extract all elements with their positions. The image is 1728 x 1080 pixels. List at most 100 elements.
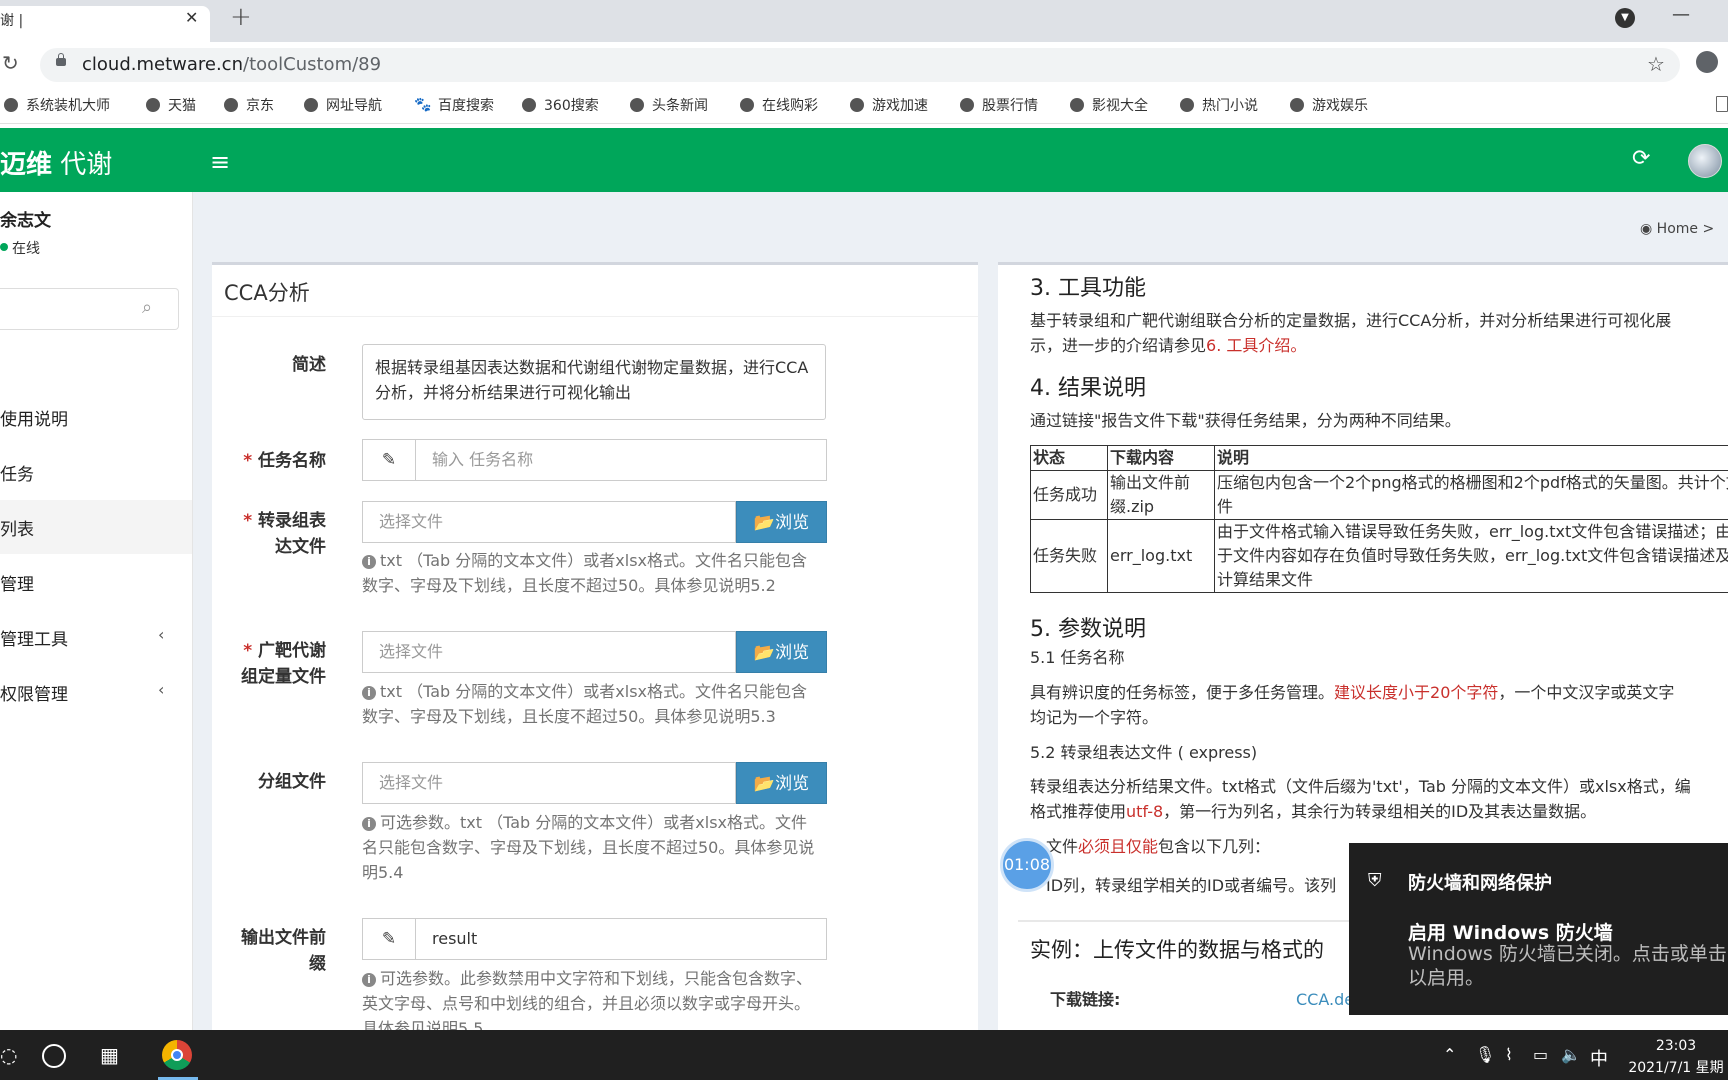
sidebar-item-permissions[interactable]: 权限管理 — [0, 680, 68, 705]
expr-file-input[interactable]: 选择文件 — [362, 501, 736, 543]
volume-icon[interactable]: 🔈 — [1561, 1045, 1581, 1064]
sidebar-search-input[interactable] — [0, 288, 179, 330]
app-header — [0, 128, 1728, 192]
breadcrumb[interactable]: ◉ Home > — [1640, 221, 1714, 237]
clock[interactable]: 23:03 2021/7/1 星期 — [1628, 1035, 1724, 1079]
sidebar-item-manage[interactable]: 管理 — [0, 570, 34, 595]
search-icon[interactable]: ⌕ — [142, 297, 152, 318]
globe-icon — [1070, 98, 1084, 112]
bookmark-item[interactable]: 游戏娱乐 — [1290, 95, 1368, 115]
toast-body: Windows 防火墙已关闭。点击或单击以启用。 — [1408, 943, 1727, 989]
baidu-paw-icon: 🐾 — [414, 97, 432, 113]
globe-icon — [850, 98, 864, 112]
bookmark-item[interactable]: 🐾 百度搜索 — [414, 95, 494, 115]
table-header: 说明 — [1214, 445, 1728, 471]
sidebar-item-tools[interactable]: 管理工具 — [0, 625, 68, 650]
browser-tab[interactable] — [0, 6, 210, 42]
doc-link[interactable]: 6. 工具介绍。 — [1206, 336, 1306, 355]
bookmark-item[interactable]: 天猫 — [146, 95, 196, 115]
sidebar-item-task[interactable]: 任务 — [0, 460, 34, 485]
globe-icon — [630, 98, 644, 112]
bookmark-item[interactable]: 网址导航 — [304, 95, 382, 115]
bookmark-item[interactable]: 热门小说 — [1180, 95, 1258, 115]
reading-list-icon[interactable] — [1716, 96, 1728, 112]
meta-help-text: i txt （Tab 分隔的文本文件）或者xlsx格式。文件名只能包含数字、字母及… — [362, 682, 807, 726]
subsection-heading: 5.2 转录组表达文件 ( express) — [1030, 743, 1258, 762]
expr-file-label: * 转录组表 达文件 — [243, 511, 326, 557]
prefix-input[interactable]: result — [415, 918, 827, 960]
app-logo[interactable]: 迈维 代谢 — [0, 144, 112, 181]
download-link[interactable]: CCA.de — [1296, 987, 1354, 1012]
chrome-icon[interactable] — [162, 1040, 192, 1070]
bookmark-item[interactable]: 360搜索 — [522, 95, 599, 115]
user-avatar[interactable] — [1688, 144, 1722, 178]
table-cell: 任务成功 — [1030, 470, 1108, 520]
battery-icon[interactable]: ▭ — [1533, 1045, 1548, 1064]
meta-file-input[interactable]: 选择文件 — [362, 631, 736, 673]
toast-app-name: 防火墙和网络保护 — [1408, 873, 1552, 894]
start-icon[interactable]: ◌ — [0, 1043, 17, 1067]
globe-icon — [304, 98, 318, 112]
doc-paragraph: 转录组表达分析结果文件。txt格式（文件后缀为'txt'，Tab 分隔的文本文件… — [1030, 777, 1691, 796]
section-heading: 4. 结果说明 — [1030, 376, 1146, 401]
globe-icon — [224, 98, 238, 112]
ime-indicator[interactable]: 中 — [1590, 1045, 1608, 1071]
meta-file-label: * 广靶代谢 组定量文件 — [241, 641, 326, 687]
info-icon: i — [362, 817, 376, 831]
bookmark-star-icon[interactable]: ☆ — [1647, 52, 1665, 76]
tray-chevron-icon[interactable]: ⌃ — [1443, 1045, 1456, 1064]
group-file-label: 分组文件 — [258, 772, 326, 792]
expr-browse-button[interactable]: 📂浏览 — [736, 501, 827, 543]
reload-icon[interactable]: ↻ — [2, 51, 19, 75]
description-text: 根据转录组基因表达数据和代谢组代谢物定量数据，进行CCA分析，并将分析结果进行可… — [362, 344, 826, 420]
menu-toggle-icon[interactable]: ≡ — [210, 148, 230, 176]
folder-open-icon: 📂 — [753, 513, 776, 533]
meta-browse-button[interactable]: 📂浏览 — [736, 631, 827, 673]
recording-timer[interactable]: 01:08 — [1000, 838, 1054, 892]
info-icon: i — [362, 555, 376, 569]
network-icon[interactable]: ⌇ — [1505, 1045, 1513, 1064]
tab-title: 谢 | — [0, 13, 24, 29]
prefix-help-text: i 可选参数。此参数禁用中文字符和下划线，只能含包含数字、英文字母、点号和中划线的… — [362, 969, 813, 1030]
bookmark-item[interactable]: 游戏加速 — [850, 95, 928, 115]
bookmark-item[interactable]: 头条新闻 — [630, 95, 708, 115]
desc-label: 简述 — [292, 355, 326, 375]
url-path: /toolCustom/89 — [243, 54, 382, 75]
url-text[interactable]: cloud.metware.cn/toolCustom/89 — [82, 54, 381, 75]
minimize-icon[interactable]: — — [1672, 4, 1690, 25]
globe-icon — [522, 98, 536, 112]
sidebar-item-list[interactable]: 列表 — [0, 500, 192, 554]
bookmark-item[interactable]: 股票行情 — [960, 95, 1038, 115]
bookmark-item[interactable]: 系统装机大师 — [4, 95, 110, 115]
new-tab-icon[interactable]: + — [230, 2, 252, 32]
doc-paragraph: 具有辨识度的任务标签，便于多任务管理。建议长度小于20个字符，一个中文汉字或英文… — [1030, 683, 1675, 702]
subsection-heading: 5.1 任务名称 — [1030, 648, 1125, 667]
doc-paragraph: 文件必须且仅能包含以下几列： — [1046, 837, 1271, 856]
task-name-label: * 任务名称 — [243, 451, 326, 471]
bookmark-item[interactable]: 在线购彩 — [740, 95, 818, 115]
info-icon: i — [362, 973, 376, 987]
divider — [212, 316, 978, 317]
doc-paragraph: 基于转录组和广靶代谢组联合分析的定量数据，进行CCA分析，并对分析结果进行可视化… — [1030, 311, 1672, 330]
table-header: 下载内容 — [1107, 445, 1215, 471]
task-view-icon[interactable]: ▦ — [100, 1043, 119, 1067]
clock-date: 2021/7/1 星期 — [1628, 1060, 1724, 1076]
group-browse-button[interactable]: 📂浏览 — [736, 762, 827, 804]
globe-icon — [960, 98, 974, 112]
search-circle-icon[interactable] — [42, 1044, 66, 1068]
group-file-input[interactable]: 选择文件 — [362, 762, 736, 804]
tab-close-icon[interactable]: ✕ — [185, 8, 198, 27]
account-icon[interactable] — [1696, 51, 1718, 73]
microphone-icon[interactable]: 🎙 — [1475, 1045, 1495, 1064]
download-label: 下载链接: — [1050, 990, 1121, 1009]
tab-search-icon[interactable]: ▼ — [1615, 8, 1635, 28]
doc-paragraph: 示，进一步的介绍请参见6. 工具介绍。 — [1030, 336, 1307, 355]
group-help-text: i 可选参数。txt （Tab 分隔的文本文件）或者xlsx格式。文件名只能包含数… — [362, 813, 815, 882]
table-row: 任务失败 err_log.txt 由于文件格式输入错误导致任务失败，err_lo… — [1030, 519, 1728, 593]
bookmark-item[interactable]: 京东 — [224, 95, 274, 115]
task-name-input[interactable]: 输入 任务名称 — [415, 439, 827, 481]
bookmark-item[interactable]: 影视大全 — [1070, 95, 1148, 115]
lock-icon[interactable] — [56, 53, 66, 66]
sidebar-item-guide[interactable]: 使用说明 — [0, 405, 68, 430]
refresh-icon[interactable]: ⟳ — [1632, 146, 1650, 171]
